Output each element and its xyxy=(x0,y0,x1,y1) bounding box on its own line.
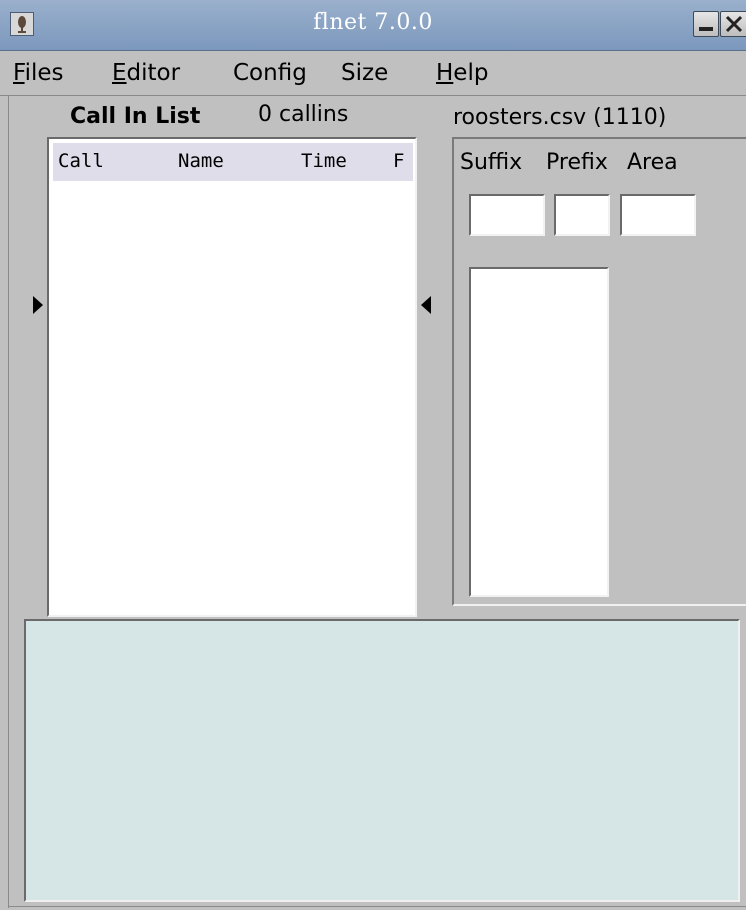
menu-editor-mnemonic: E xyxy=(112,60,127,86)
roster-file-label: roosters.csv (1110) xyxy=(453,105,667,130)
roster-match-list[interactable] xyxy=(469,267,609,597)
suffix-input[interactable] xyxy=(469,194,545,236)
menu-help-label: elp xyxy=(453,60,489,86)
menu-size[interactable]: Size xyxy=(341,59,388,87)
window-title: flnet 7.0.0 xyxy=(313,10,433,35)
menu-files-mnemonic: F xyxy=(13,60,25,86)
minimize-button[interactable] xyxy=(693,11,719,37)
prefix-input[interactable] xyxy=(554,194,610,236)
frame-bottom-edge xyxy=(8,906,746,907)
close-icon xyxy=(725,15,743,33)
arrow-right-icon[interactable] xyxy=(33,296,43,314)
close-button[interactable] xyxy=(720,11,746,37)
area-input[interactable] xyxy=(620,194,696,236)
menu-editor-label: ditor xyxy=(126,60,181,86)
minimize-icon xyxy=(699,27,713,31)
calllist-column-header[interactable]: Call Name Time F xyxy=(53,143,413,181)
menu-help-mnemonic: H xyxy=(436,60,454,86)
suffix-label: Suffix xyxy=(460,150,523,175)
callins-count: 0 callins xyxy=(258,102,349,127)
menu-editor[interactable]: Editor xyxy=(112,59,180,87)
menu-files-label: iles xyxy=(24,60,64,86)
calllist-title: Call In List xyxy=(70,104,201,129)
app-window: flnet 7.0.0 Files Editor Config Size Hel… xyxy=(0,0,746,910)
info-text-area[interactable] xyxy=(24,619,740,902)
arrow-left-icon[interactable] xyxy=(421,296,431,314)
menu-help[interactable]: Help xyxy=(436,59,488,87)
prefix-label: Prefix xyxy=(546,150,608,175)
column-f[interactable]: F xyxy=(393,150,404,172)
frame-left-edge xyxy=(8,96,9,908)
calllist-table[interactable]: Call Name Time F xyxy=(47,137,417,617)
column-time[interactable]: Time xyxy=(301,150,347,172)
menu-files[interactable]: Files xyxy=(13,59,63,87)
title-bar[interactable]: flnet 7.0.0 xyxy=(0,0,746,51)
column-call[interactable]: Call xyxy=(58,150,104,172)
menu-bar: Files Editor Config Size Help xyxy=(0,51,746,96)
area-label: Area xyxy=(627,150,678,175)
menu-config[interactable]: Config xyxy=(233,59,307,87)
column-name[interactable]: Name xyxy=(178,150,224,172)
